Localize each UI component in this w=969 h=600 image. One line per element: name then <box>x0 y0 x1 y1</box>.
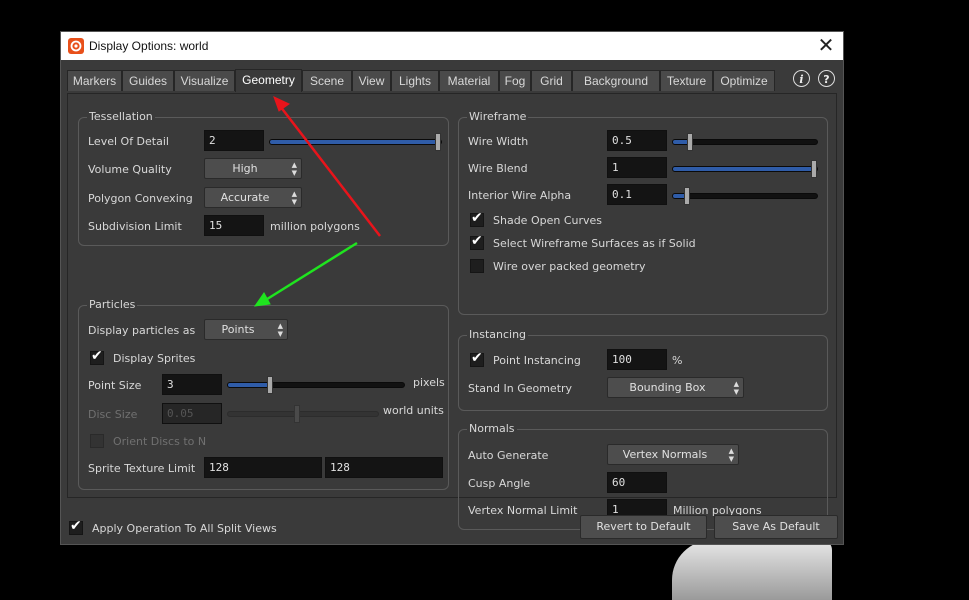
green-arrow <box>253 241 358 307</box>
red-arrow <box>273 96 381 237</box>
annotation-arrows <box>253 96 381 307</box>
